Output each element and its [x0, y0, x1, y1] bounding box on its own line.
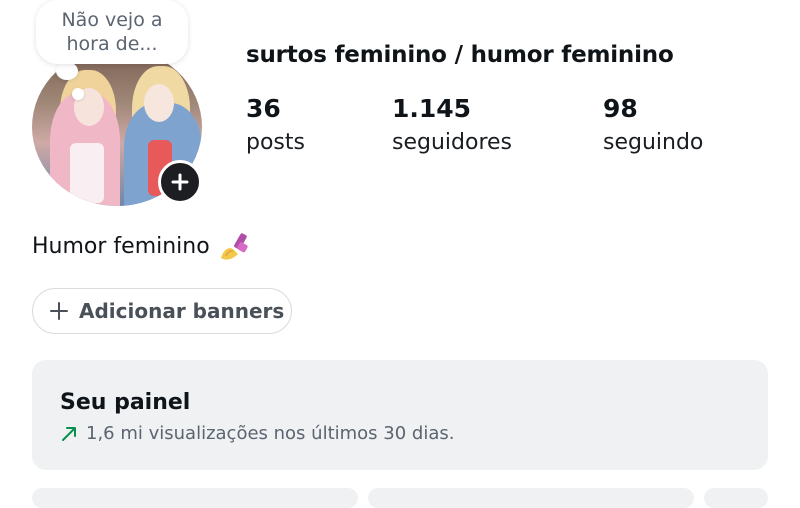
note-bubble[interactable]: Não vejo a hora de... [36, 0, 188, 64]
stat-followers[interactable]: 1.145 seguidores [392, 94, 512, 158]
stat-posts[interactable]: 36 posts [246, 94, 305, 158]
stat-posts-value: 36 [246, 94, 281, 123]
dashboard-subtitle: 1,6 mi visualizações nos últimos 30 dias… [60, 423, 768, 444]
bottom-tile-2[interactable] [368, 488, 694, 508]
stat-posts-label: posts [246, 130, 305, 155]
dashboard-card[interactable]: Seu painel 1,6 mi visualizações nos últi… [32, 360, 768, 470]
stat-followers-label: seguidores [392, 130, 513, 155]
plus-icon [50, 302, 68, 320]
note-bubble-tail [56, 62, 78, 80]
add-banners-button[interactable]: Adicionar banners [32, 288, 292, 334]
dashboard-title: Seu painel [60, 390, 191, 415]
dashboard-subtitle-text: 1,6 mi visualizações nos últimos 30 dias… [86, 423, 455, 444]
trend-up-arrow-icon [62, 426, 76, 441]
add-story-button[interactable] [158, 160, 202, 204]
bottom-tile-3[interactable] [704, 488, 768, 508]
add-banners-label: Adicionar banners [79, 299, 285, 323]
plus-icon [171, 173, 189, 191]
bottom-tile-1[interactable] [32, 488, 358, 508]
profile-username: surtos feminino / humor feminino [246, 42, 674, 68]
note-bubble-text: Não vejo a hora de... [61, 9, 163, 55]
profile-bio: Humor feminino [32, 230, 252, 262]
stat-followers-value: 1.145 [392, 94, 472, 123]
stat-following[interactable]: 98 seguindo [603, 94, 703, 158]
stat-following-label: seguindo [603, 130, 704, 155]
bio-text: Humor feminino [32, 233, 210, 259]
stat-following-value: 98 [603, 94, 638, 123]
note-bubble-tail-dot [72, 88, 84, 100]
nail-polish-icon [220, 233, 248, 260]
